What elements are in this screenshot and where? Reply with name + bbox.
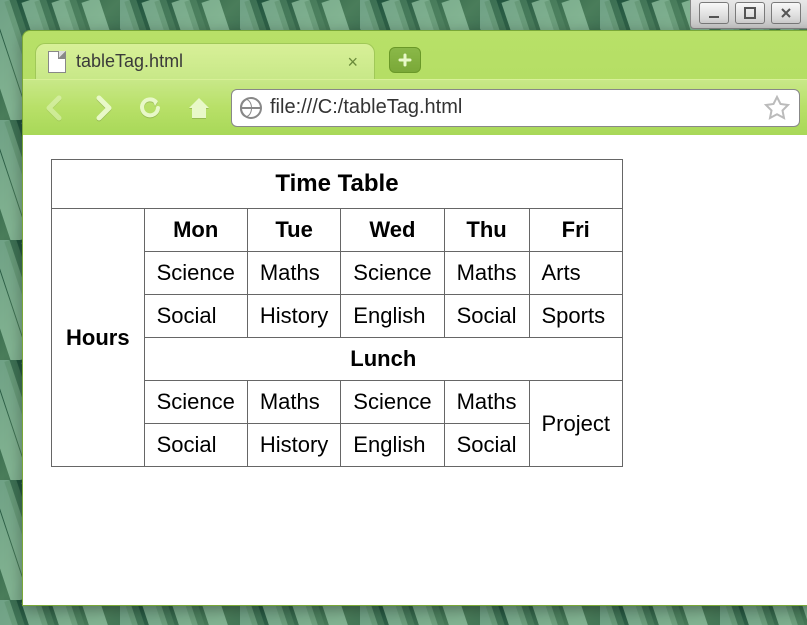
cell: Arts [529,252,622,295]
new-tab-button[interactable] [389,47,421,73]
maximize-button[interactable] [735,2,765,24]
tab-strip: tableTag.html × [23,31,807,79]
home-button[interactable] [177,86,221,130]
lunch-row: Lunch [144,338,622,381]
table-title: Time Table [52,160,623,209]
window-controls [690,0,807,29]
cell: English [341,424,444,467]
day-header: Mon [144,209,247,252]
cell: Social [144,295,247,338]
day-header: Thu [444,209,529,252]
file-icon [48,51,66,73]
browser-tab[interactable]: tableTag.html × [35,43,375,79]
cell: Social [444,424,529,467]
bookmark-star-icon[interactable] [763,94,791,122]
browser-toolbar: file:///C:/tableTag.html [23,79,807,135]
address-bar[interactable]: file:///C:/tableTag.html [231,89,800,127]
url-text: file:///C:/tableTag.html [270,96,462,119]
cell: Maths [444,381,529,424]
tab-title: tableTag.html [76,51,183,72]
reload-button[interactable] [129,86,173,130]
hours-header: Hours [52,209,145,467]
browser-window: tableTag.html × file:///C:/tableTag.html [22,30,807,606]
back-button[interactable] [33,86,77,130]
cell: Science [144,381,247,424]
cell: Social [144,424,247,467]
day-header: Fri [529,209,622,252]
cell: English [341,295,444,338]
cell: History [247,295,340,338]
project-cell: Project [529,381,622,467]
cell: History [247,424,340,467]
cell: Social [444,295,529,338]
cell: Maths [444,252,529,295]
close-tab-button[interactable]: × [347,53,358,71]
page-viewport: Time Table Hours Mon Tue Wed Thu Fri Sci… [23,135,807,605]
cell: Maths [247,252,340,295]
minimize-button[interactable] [699,2,729,24]
forward-button[interactable] [81,86,125,130]
cell: Science [144,252,247,295]
close-window-button[interactable] [771,2,801,24]
cell: Sports [529,295,622,338]
globe-icon [240,97,262,119]
cell: Science [341,381,444,424]
cell: Maths [247,381,340,424]
cell: Science [341,252,444,295]
day-header: Wed [341,209,444,252]
day-header: Tue [247,209,340,252]
time-table: Time Table Hours Mon Tue Wed Thu Fri Sci… [51,159,623,467]
